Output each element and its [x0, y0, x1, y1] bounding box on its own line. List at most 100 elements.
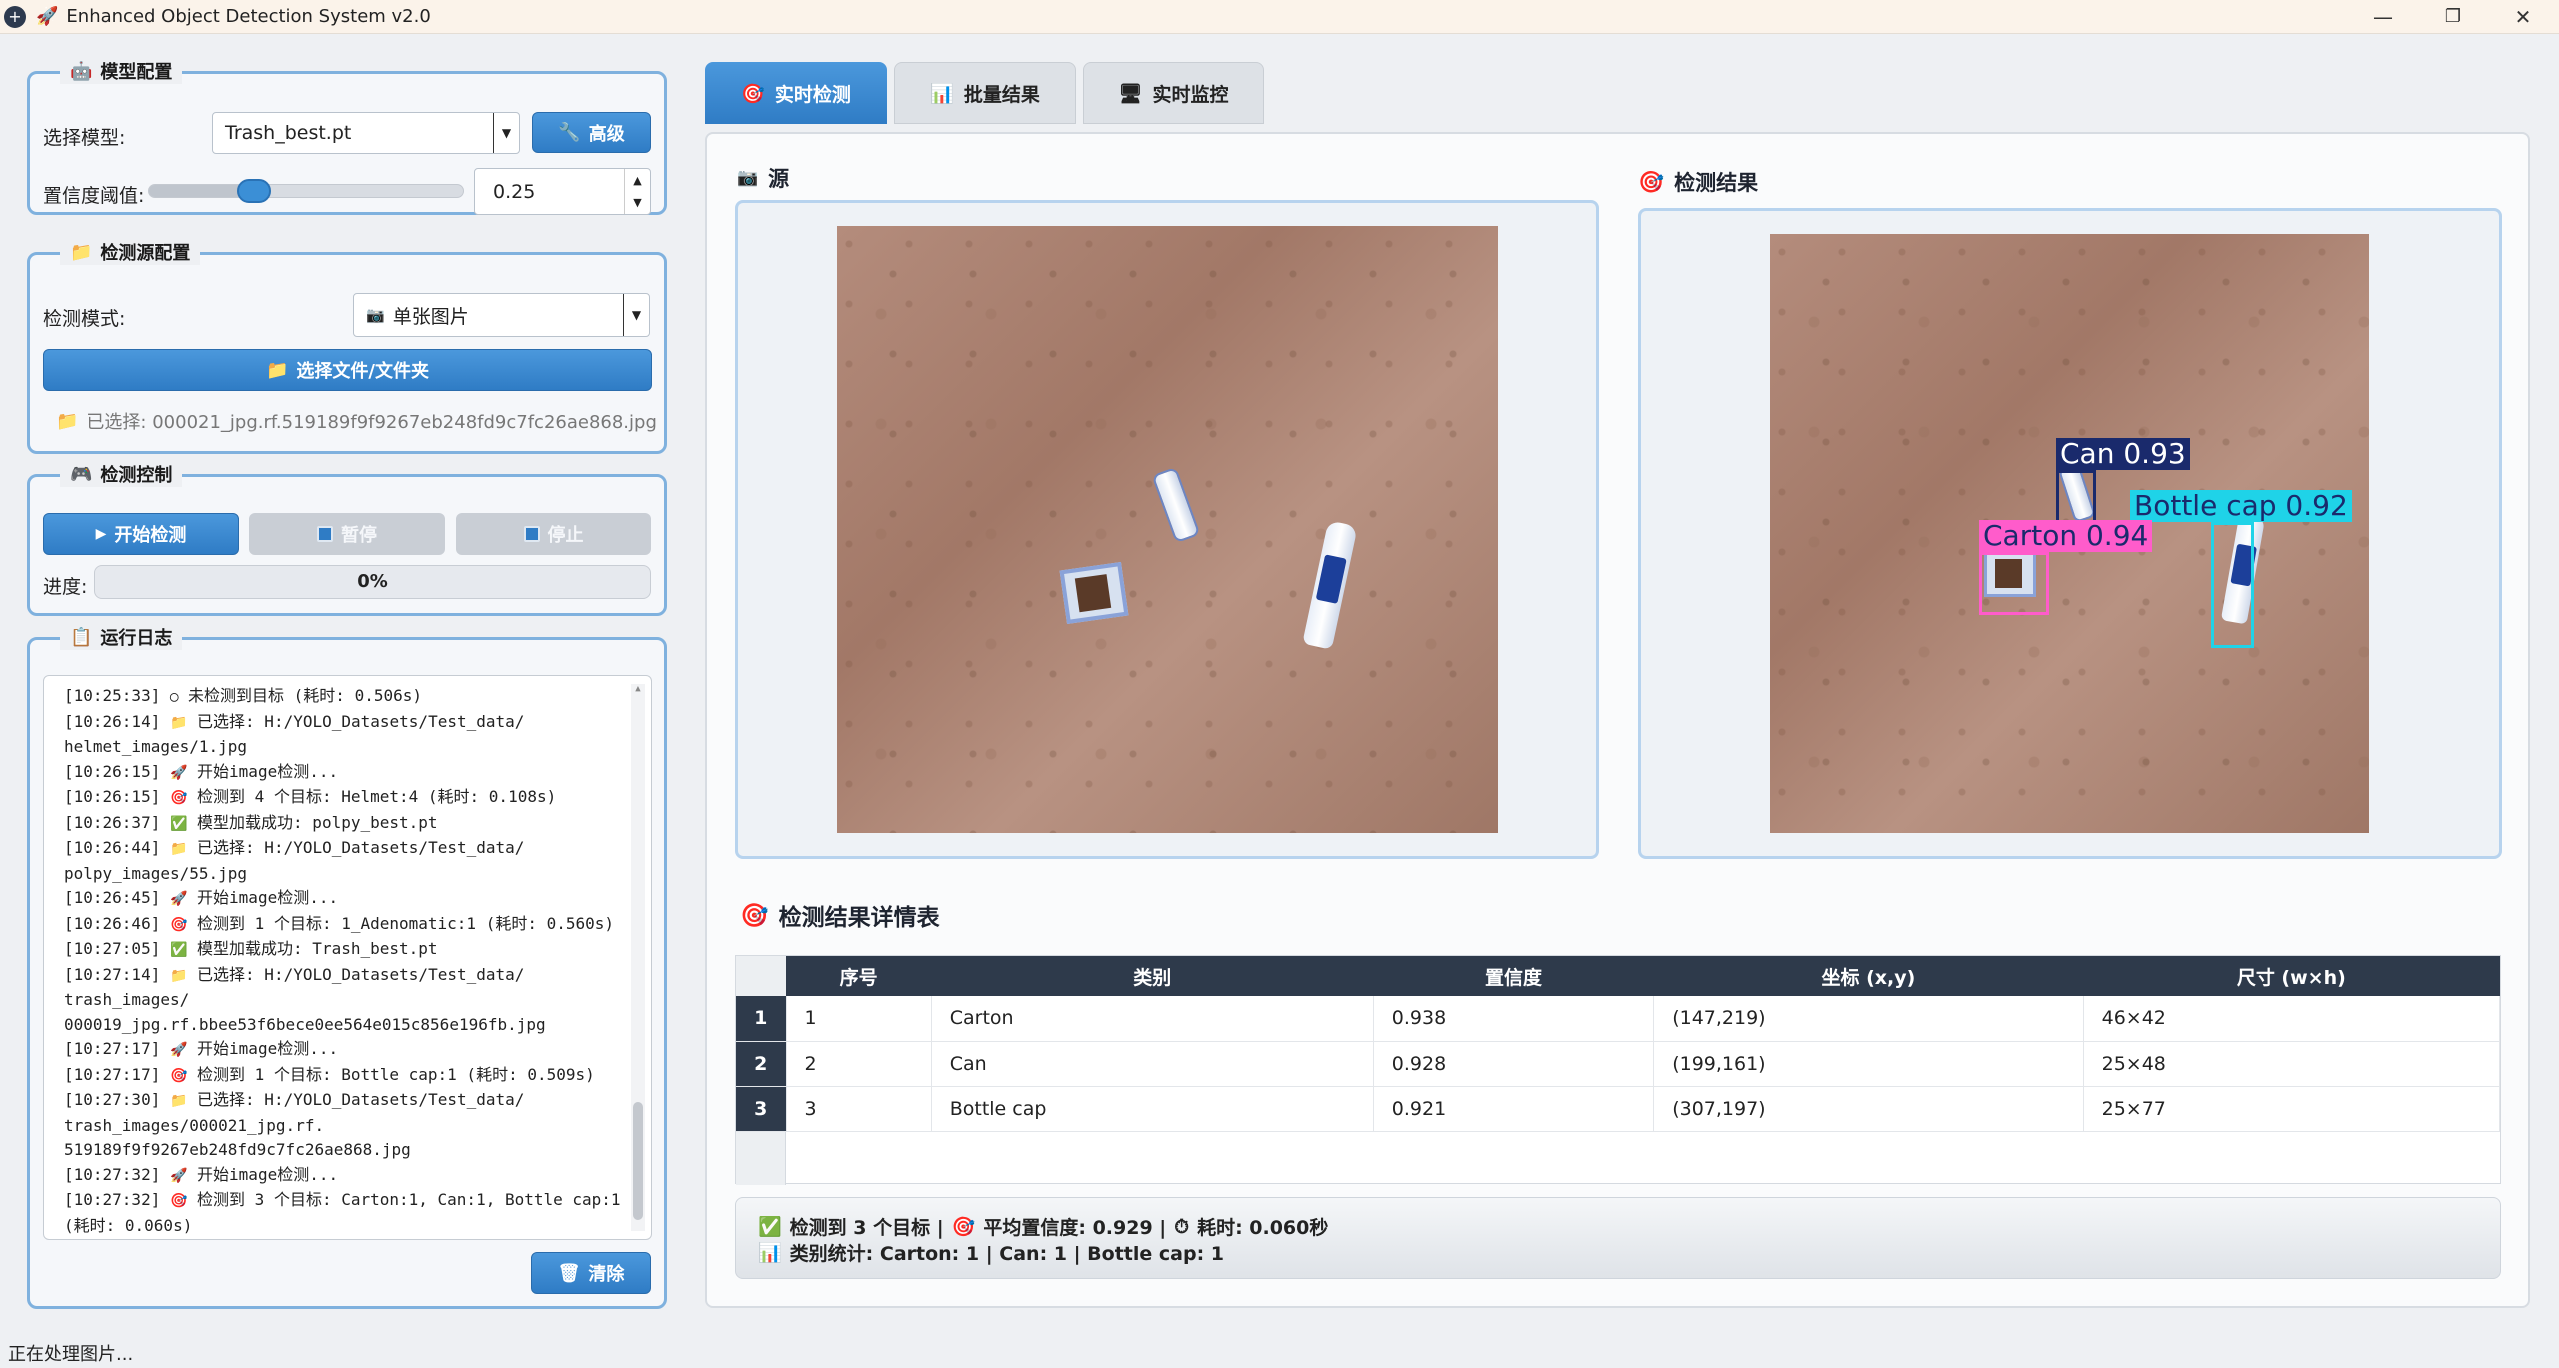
model-select[interactable]: Trash_best.pt ▼: [212, 112, 520, 154]
minimize-button[interactable]: —: [2348, 0, 2418, 34]
select-file-button[interactable]: 📁 选择文件/文件夹: [43, 349, 652, 391]
table-cell: 25×77: [2083, 1086, 2501, 1132]
check-icon: ✅: [169, 942, 188, 958]
log-scroll-thumb[interactable]: [633, 1102, 643, 1220]
column-header[interactable]: 序号: [786, 956, 932, 996]
spin-down-icon[interactable]: ▼: [624, 191, 650, 214]
log-line: [10:26:15] 🚀 开始image检测...: [64, 761, 339, 781]
confidence-label: 置信度阈值:: [43, 185, 145, 207]
table-row[interactable]: 1 1 Carton 0.938 (147,219) 46×42: [736, 996, 2501, 1042]
close-button[interactable]: ✕: [2488, 0, 2558, 34]
table-header-row: 序号 类别 置信度 坐标 (x,y) 尺寸 (w×h): [736, 956, 2500, 996]
log-line: [10:27:14] 📁 已选择: H:/YOLO_Datasets/Test_…: [64, 964, 525, 984]
detection-box-carton: [1979, 552, 2049, 615]
scroll-up-icon[interactable]: ▲: [631, 684, 645, 694]
mode-select[interactable]: 📷 单张图片 ▼: [353, 293, 650, 337]
spin-up-icon[interactable]: ▲: [624, 169, 650, 192]
clear-log-button[interactable]: 🗑 清除: [531, 1252, 651, 1294]
window-title: Enhanced Object Detection System v2.0: [66, 6, 431, 27]
model-label: 选择模型:: [43, 127, 126, 149]
table-cell: 46×42: [2083, 996, 2501, 1042]
table-cell: 25×48: [2083, 1041, 2501, 1087]
folder-icon: 📁: [70, 241, 93, 263]
rocket-icon: 🚀: [169, 764, 188, 781]
log-line: (耗时: 0.060s): [64, 1215, 193, 1235]
row-index: 1: [736, 996, 787, 1042]
row-index: 3: [736, 1086, 787, 1132]
bar-chart-icon: 📊: [930, 82, 954, 105]
table-cell: (199,161): [1653, 1041, 2084, 1087]
table-cell: 0.938: [1373, 996, 1655, 1042]
confidence-slider-handle[interactable]: [237, 179, 271, 203]
table-cell: Can: [931, 1041, 1374, 1087]
chevron-down-icon[interactable]: ▼: [493, 113, 519, 153]
chevron-down-icon[interactable]: ▼: [623, 294, 649, 336]
log-line: [10:27:17] 🚀 开始image检测...: [64, 1039, 339, 1058]
pause-icon: [317, 526, 333, 542]
tab-2[interactable]: 🖥 实时监控: [1083, 62, 1264, 124]
log-scrollbar[interactable]: ▲: [631, 684, 645, 1231]
progress-text: 0%: [357, 571, 388, 592]
detection-label-carton: Carton 0.94: [1979, 520, 2153, 552]
model-config-title: 🤖 模型配置: [60, 58, 183, 84]
bottle-object: [1302, 520, 1358, 650]
advanced-button[interactable]: 🔧 高级: [532, 112, 651, 153]
source-image: [837, 226, 1498, 833]
rocket-icon: 🚀: [169, 891, 188, 907]
details-title: 🎯 检测结果详情表: [740, 902, 940, 932]
stop-button[interactable]: 停止: [456, 513, 651, 555]
log-line: [10:26:46] 🎯 检测到 1 个目标: 1_Adenomatic:1 (…: [64, 913, 615, 933]
detection-box-bottle-cap: [2211, 522, 2254, 648]
column-header[interactable]: 尺寸 (w×h): [2083, 956, 2500, 996]
column-header[interactable]: 类别: [931, 956, 1374, 996]
table-cell: 0.921: [1373, 1086, 1655, 1132]
image-icon: 📷: [366, 306, 385, 324]
table-cell: Carton: [931, 996, 1374, 1042]
log-line: [10:26:37] ✅ 模型加载成功: polpy_best.pt: [64, 812, 438, 832]
table-cell: Bottle cap: [931, 1086, 1374, 1132]
log-line: [10:26:14] 📁 已选择: H:/YOLO_Datasets/Test_…: [64, 711, 525, 731]
column-header[interactable]: 置信度: [1373, 956, 1654, 996]
log-line: trash_images/000021_jpg.rf.: [64, 1115, 325, 1135]
tab-1[interactable]: 📊 批量结果: [894, 62, 1076, 124]
log-line: [10:27:32] 🚀 开始image检测...: [64, 1164, 339, 1184]
log-line: polpy_images/55.jpg: [64, 863, 248, 883]
log-line: 519189f9f9267eb248fd9c7fc26ae868.jpg: [64, 1140, 411, 1159]
table-cell: 2: [786, 1041, 932, 1087]
table-cell: (147,219): [1653, 996, 2084, 1042]
confidence-slider-fill: [149, 185, 247, 197]
pause-button[interactable]: 暂停: [249, 513, 445, 555]
target-icon: 🎯: [169, 790, 188, 806]
log-line: [10:26:44] 📁 已选择: H:/YOLO_Datasets/Test_…: [64, 838, 525, 857]
confidence-slider[interactable]: [148, 179, 464, 203]
status-bar: 正在处理图片...: [8, 1344, 134, 1365]
row-index: 2: [736, 1041, 787, 1087]
maximize-button[interactable]: ❐: [2418, 0, 2488, 34]
wrench-icon: 🔧: [558, 122, 581, 143]
table-cell: 1: [786, 996, 932, 1042]
target-icon: 🎯: [951, 1216, 976, 1238]
log-view[interactable]: [10:25:33] ◯ 未检测到目标 (耗时: 0.506s) [10:26:1…: [43, 675, 652, 1240]
summary-panel: ✅ 检测到 3 个目标 | 🎯 平均置信度: 0.929 | ⏱ 耗时: 0.0…: [735, 1197, 2501, 1279]
target-icon: 🎯: [741, 82, 765, 105]
corner-cell: [736, 956, 786, 996]
model-select-value: Trash_best.pt: [225, 122, 352, 144]
start-detection-button[interactable]: ▶ 开始检测: [43, 513, 239, 555]
log-line: [10:27:17] 🎯 检测到 1 个目标: Bottle cap:1 (耗时…: [64, 1064, 595, 1084]
target-icon: 🎯: [169, 916, 188, 933]
table-row[interactable]: 2 2 Can 0.928 (199,161) 25×48: [736, 1041, 2501, 1087]
title-bar: + 🚀 Enhanced Object Detection System v2.…: [0, 0, 2559, 34]
rocket-icon: 🚀: [169, 1042, 188, 1058]
log-line: [10:25:33] ◯ 未检测到目标 (耗时: 0.506s): [64, 686, 423, 705]
details-table: 序号 类别 置信度 坐标 (x,y) 尺寸 (w×h) 1 1 Carton 0.938 (14…: [736, 956, 2501, 1132]
timer-icon: ⏱: [1174, 1215, 1190, 1238]
log-line: 000019_jpg.rf.bbee53f6bece0ee564e015c856…: [64, 1014, 546, 1034]
target-icon: 🎯: [169, 1067, 188, 1084]
confidence-spinbox[interactable]: 0.25 ▲ ▼: [474, 168, 651, 215]
column-header[interactable]: 坐标 (x,y): [1653, 956, 2084, 996]
summary-line-1: ✅ 检测到 3 个目标 | 🎯 平均置信度: 0.929 | ⏱ 耗时: 0.0…: [758, 1215, 1329, 1240]
target-icon: 🎯: [1638, 169, 1665, 194]
tab-0[interactable]: 🎯 实时检测: [705, 62, 887, 124]
table-row[interactable]: 3 3 Bottle cap 0.921 (307,197) 25×77: [736, 1086, 2501, 1132]
detection-label-can: Can 0.93: [2056, 438, 2190, 470]
